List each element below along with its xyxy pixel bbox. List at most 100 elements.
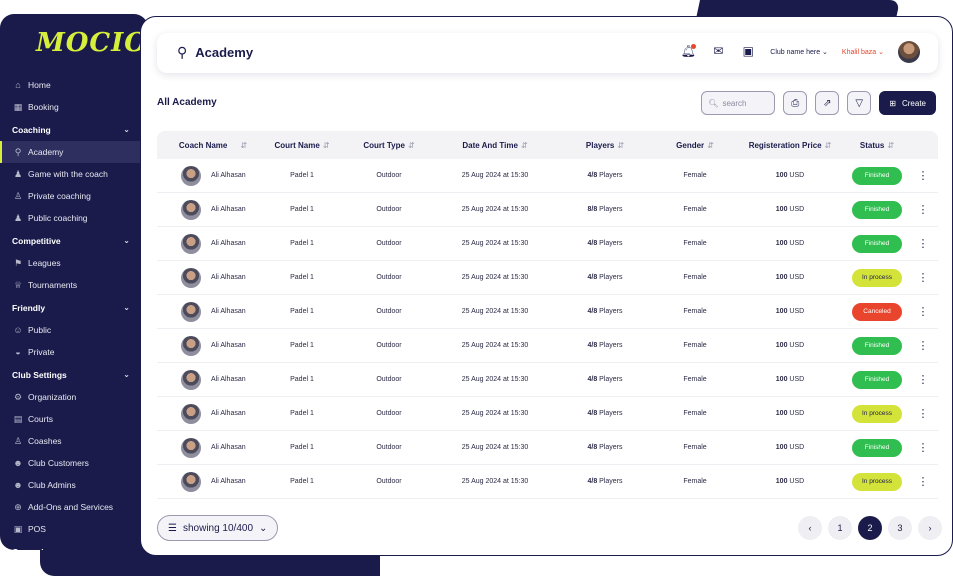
row-menu-icon[interactable]: ⋮ xyxy=(909,305,937,318)
price-value: 100 xyxy=(775,206,788,213)
sidebar-item-tournaments[interactable]: ♕ Tournaments xyxy=(0,274,148,296)
court-type: Outdoor xyxy=(376,478,402,485)
row-menu-icon[interactable]: ⋮ xyxy=(909,237,937,250)
prev-page-button[interactable]: ‹ xyxy=(798,516,822,540)
sidebar-item-club-admins[interactable]: ☻ Club Admins xyxy=(0,474,148,496)
sidebar-item-home[interactable]: ⌂ Home xyxy=(0,74,148,96)
sidebar-item-label: Courts xyxy=(28,414,54,424)
players-cell: 4/8 Players xyxy=(555,376,655,383)
court-name: Padel 1 xyxy=(290,478,314,485)
sidebar-section-coaching[interactable]: Coaching ⌄ xyxy=(0,118,148,141)
toolbar: 🔍︎ search ⎙ ⇗ ▽ ⊞ Create xyxy=(701,91,936,115)
status-badge: In process xyxy=(852,472,902,491)
search-placeholder: search xyxy=(722,98,747,108)
sidebar-item-public[interactable]: ☺ Public xyxy=(0,319,148,341)
sidebar-item-academy[interactable]: ⚲ Academy xyxy=(0,141,148,163)
coach-avatar xyxy=(181,165,201,186)
column-header[interactable]: Registeration Price ⇵ xyxy=(735,141,845,150)
user-name: Khalil baza xyxy=(841,49,877,56)
sort-icon: ⇵ xyxy=(617,140,625,150)
notification-bell-icon[interactable]: 🔔︎ xyxy=(680,44,697,60)
sidebar-item-organization[interactable]: ⚙ Organization xyxy=(0,386,148,408)
sidebar-item-game-with-the-coach[interactable]: ♟ Game with the coach xyxy=(0,163,148,185)
row-menu-icon[interactable]: ⋮ xyxy=(909,339,937,352)
sidebar-item-courts[interactable]: ▤ Courts xyxy=(0,408,148,430)
players-unit: Players xyxy=(599,444,623,451)
row-menu-icon[interactable]: ⋮ xyxy=(909,203,937,216)
row-menu-icon[interactable]: ⋮ xyxy=(909,373,937,386)
sidebar-section-competitive[interactable]: Competitive ⌄ xyxy=(0,229,148,252)
list-icon: ☰ xyxy=(168,522,177,534)
wallet-icon[interactable]: ▣ xyxy=(740,44,756,60)
sidebar-item-pos[interactable]: ▣ POS xyxy=(0,518,148,540)
export-button[interactable]: ⇗ xyxy=(815,91,840,115)
coach-cell: Ali Alhasan xyxy=(157,267,261,288)
price-currency: USD xyxy=(789,376,805,383)
sidebar-item-booking[interactable]: ▦ Booking xyxy=(0,96,148,118)
create-button[interactable]: ⊞ Create xyxy=(879,91,936,115)
create-label: Create xyxy=(901,98,926,108)
next-page-button[interactable]: › xyxy=(918,516,942,540)
search-input[interactable]: 🔍︎ search xyxy=(701,91,776,115)
price-currency: USD xyxy=(789,342,805,349)
column-header[interactable]: Status ⇵ xyxy=(845,141,909,150)
sidebar-item-private-coaching[interactable]: ♙ Private coaching xyxy=(0,185,148,207)
column-header-label: Court Type xyxy=(363,140,405,150)
sidebar-item-private[interactable]: ◒ Private xyxy=(0,341,148,363)
row-menu-icon[interactable]: ⋮ xyxy=(909,475,937,488)
gender: Female xyxy=(683,206,707,213)
messages-icon[interactable]: ✉ xyxy=(710,44,726,60)
sidebar-section-general[interactable]: General ⌄ xyxy=(0,540,148,551)
column-header[interactable]: Date And Time ⇵ xyxy=(435,141,555,150)
chevron-down-icon: ⌄ xyxy=(123,370,130,379)
date-time: 25 Aug 2024 at 15:30 xyxy=(461,240,529,247)
sidebar-item-leagues[interactable]: ⚑ Leagues xyxy=(0,252,148,274)
print-icon: ⎙ xyxy=(791,97,800,109)
price-cell: 100 USD xyxy=(735,240,845,247)
chevron-down-icon: ⌄ xyxy=(123,125,130,134)
row-menu-icon[interactable]: ⋮ xyxy=(909,407,937,420)
sidebar-section-label: General xyxy=(12,547,44,551)
coach-cell: Ali Alhasan xyxy=(157,403,261,424)
price-currency: USD xyxy=(789,308,805,315)
coach-avatar xyxy=(181,335,201,356)
page-button[interactable]: 3 xyxy=(888,516,912,540)
players-count: 8/8 xyxy=(587,206,598,213)
column-header[interactable]: Players ⇵ xyxy=(555,141,655,150)
sort-icon: ⇵ xyxy=(407,140,415,150)
players-cell: 4/8 Players xyxy=(555,172,655,179)
sidebar-item-add-ons-and-services[interactable]: ⊕ Add-Ons and Services xyxy=(0,496,148,518)
price-currency: USD xyxy=(789,240,805,247)
status-cell: In process xyxy=(845,472,909,491)
court-name: Padel 1 xyxy=(290,308,314,315)
sidebar-section-club-settings[interactable]: Club Settings ⌄ xyxy=(0,363,148,386)
filter-button[interactable]: ▽ xyxy=(847,91,872,115)
row-menu-icon[interactable]: ⋮ xyxy=(909,441,937,454)
sidebar-item-coashes[interactable]: ♙ Coashes xyxy=(0,430,148,452)
row-menu-icon[interactable]: ⋮ xyxy=(909,271,937,284)
court-name: Padel 1 xyxy=(290,410,314,417)
column-header[interactable]: Court Name ⇵ xyxy=(261,141,343,150)
players-cell: 4/8 Players xyxy=(555,478,655,485)
page-button[interactable]: 1 xyxy=(828,516,852,540)
top-bar: ⚲ Academy 🔔︎ ✉ ▣ Club name here ⌄ Khalil… xyxy=(157,33,938,73)
page-button[interactable]: 2 xyxy=(858,516,882,540)
sidebar-item-label: Game with the coach xyxy=(28,169,108,179)
user-avatar[interactable] xyxy=(898,41,920,63)
page-size-selector[interactable]: ☰ showing 10/400 ⌄ xyxy=(157,515,279,541)
courts-icon: ▤ xyxy=(13,413,23,424)
chevron-down-icon: ⌄ xyxy=(123,547,130,550)
print-button[interactable]: ⎙ xyxy=(783,91,808,115)
user-menu[interactable]: Khalil baza ⌄ xyxy=(842,48,884,56)
table-row: Ali Alhasan Padel 1 Outdoor 25 Aug 2024 at … xyxy=(157,431,938,465)
column-header[interactable]: Coach Name ⇵ xyxy=(157,141,261,150)
column-header[interactable]: Gender ⇵ xyxy=(655,141,735,150)
sidebar-item-club-customers[interactable]: ☻ Club Customers xyxy=(0,452,148,474)
sidebar-item-public-coaching[interactable]: ♟ Public coaching xyxy=(0,207,148,229)
sidebar-item-label: Booking xyxy=(28,102,59,112)
row-menu-icon[interactable]: ⋮ xyxy=(909,169,937,182)
club-selector[interactable]: Club name here ⌄ xyxy=(770,48,828,56)
coach-cell: Ali Alhasan xyxy=(157,369,261,390)
column-header[interactable]: Court Type ⇵ xyxy=(343,141,435,150)
sidebar-section-friendly[interactable]: Friendly ⌄ xyxy=(0,296,148,319)
